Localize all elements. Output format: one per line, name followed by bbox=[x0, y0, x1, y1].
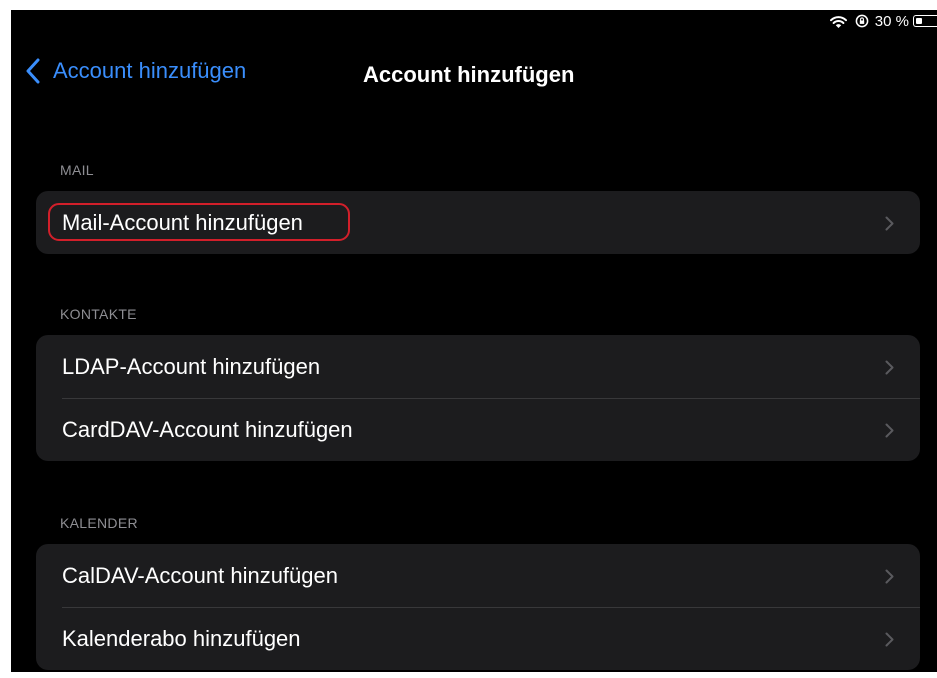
row-add-mail-account[interactable]: Mail-Account hinzufügen bbox=[36, 191, 920, 254]
row-label: CardDAV-Account hinzufügen bbox=[62, 416, 353, 442]
chevron-right-icon bbox=[885, 569, 894, 583]
chevron-right-icon bbox=[885, 423, 894, 437]
settings-screen: 30 % Account hinzufügen Account hinzufüg… bbox=[11, 10, 937, 672]
section-header-calendar: KALENDER bbox=[60, 515, 138, 531]
section-header-contacts: KONTAKTE bbox=[60, 306, 137, 322]
chevron-right-icon bbox=[885, 216, 894, 230]
row-label: LDAP-Account hinzufügen bbox=[62, 353, 321, 379]
back-button[interactable]: Account hinzufügen bbox=[25, 58, 246, 84]
row-add-ldap-account[interactable]: LDAP-Account hinzufügen bbox=[36, 335, 920, 398]
status-bar: 30 % bbox=[829, 10, 937, 32]
back-button-label: Account hinzufügen bbox=[53, 58, 247, 83]
chevron-right-icon bbox=[885, 360, 894, 374]
battery-percentage: 30 % bbox=[874, 12, 909, 30]
row-add-caldav-account[interactable]: CalDAV-Account hinzufügen bbox=[36, 544, 920, 607]
chevron-left-icon bbox=[26, 58, 40, 84]
lock-rotation-icon bbox=[855, 14, 869, 28]
section-header-mail: MAIL bbox=[60, 162, 94, 178]
chevron-right-icon bbox=[885, 632, 894, 646]
row-label: CalDAV-Account hinzufügen bbox=[62, 562, 338, 588]
mail-group: Mail-Account hinzufügen bbox=[36, 191, 920, 254]
row-add-carddav-account[interactable]: CardDAV-Account hinzufügen bbox=[36, 398, 920, 461]
calendar-group: CalDAV-Account hinzufügen Kalenderabo hi… bbox=[36, 544, 920, 670]
battery-icon bbox=[913, 15, 937, 27]
row-label: Kalenderabo hinzufügen bbox=[62, 625, 301, 651]
row-label: Mail-Account hinzufügen bbox=[62, 209, 303, 235]
row-add-calendar-subscription[interactable]: Kalenderabo hinzufügen bbox=[36, 607, 920, 670]
navigation-bar: Account hinzufügen Account hinzufügen bbox=[11, 54, 937, 94]
battery-fill bbox=[916, 18, 922, 24]
page-title: Account hinzufügen bbox=[363, 62, 575, 87]
contacts-group: LDAP-Account hinzufügen CardDAV-Account … bbox=[36, 335, 920, 461]
wifi-icon bbox=[829, 15, 847, 28]
